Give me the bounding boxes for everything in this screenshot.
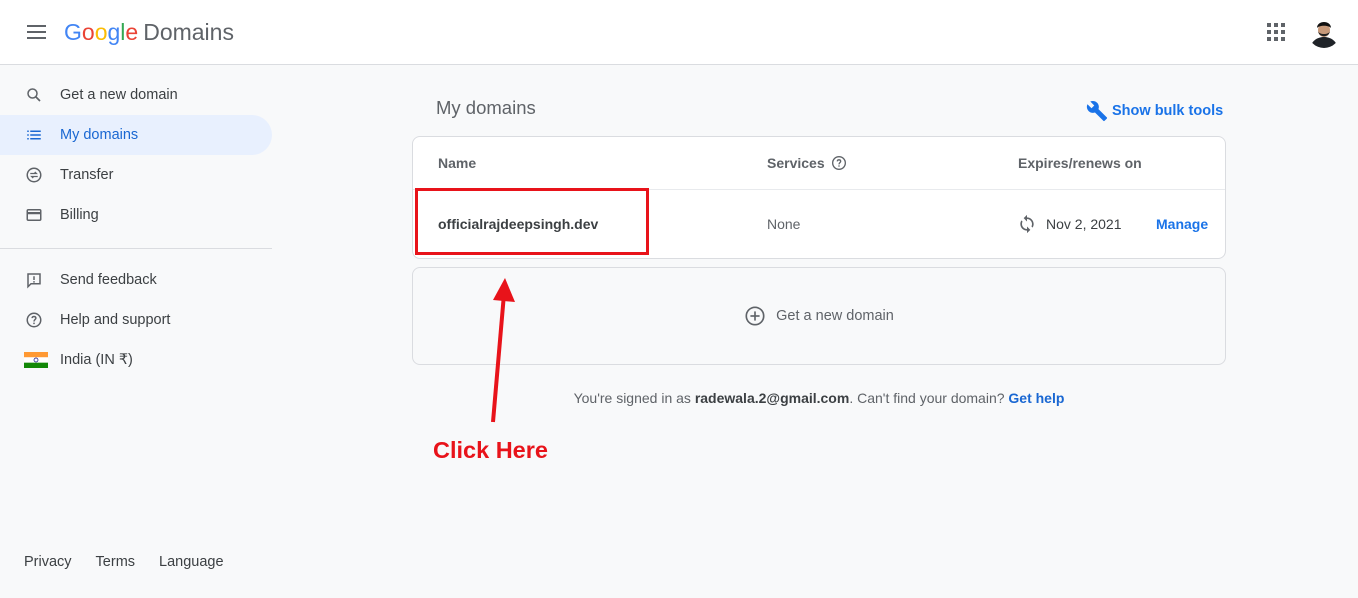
credit-card-icon (24, 205, 44, 225)
signed-in-prefix: You're signed in as (573, 390, 695, 406)
hamburger-menu-icon[interactable] (18, 14, 54, 50)
sidebar-footer-links: Privacy Terms Language (24, 554, 224, 570)
search-icon (24, 85, 44, 105)
sidebar-divider (0, 248, 272, 249)
annotation-click-here-label: Click Here (433, 437, 548, 463)
domain-name-link[interactable]: officialrajdeepsingh.dev (438, 216, 598, 232)
sidebar-item-get-new-domain[interactable]: Get a new domain (0, 75, 272, 115)
logo-product-name: Domains (143, 19, 234, 45)
sidebar-item-label: India (IN ₹) (60, 352, 133, 368)
manage-domain-button[interactable]: Manage (1156, 216, 1208, 232)
signed-in-middle: . Can't find your domain? (849, 390, 1009, 406)
domain-expiry-date: Nov 2, 2021 (1046, 216, 1122, 232)
sidebar-item-billing[interactable]: Billing (0, 195, 272, 235)
add-circle-icon (744, 305, 766, 327)
google-apps-grid-icon[interactable] (1262, 18, 1290, 46)
domains-table: Name Services Expires/renews on official… (412, 136, 1226, 259)
feedback-icon (24, 270, 44, 290)
annotation-arrow (491, 278, 515, 423)
column-header-name[interactable]: Name (438, 155, 476, 171)
get-new-domain-label: Get a new domain (776, 308, 894, 324)
signed-in-message: You're signed in as radewala.2@gmail.com… (412, 390, 1226, 406)
top-app-bar: Google Domains (0, 0, 1358, 65)
services-header-label: Services (767, 155, 825, 171)
page-title: My domains (436, 97, 536, 118)
sidebar-item-label: Transfer (60, 167, 114, 183)
sidebar-item-label: Help and support (60, 312, 171, 328)
sidebar-item-country-currency[interactable]: India (IN ₹) (0, 340, 272, 380)
bulk-tools-label: Show bulk tools (1112, 103, 1224, 119)
logo-google-word: Google (64, 19, 139, 45)
show-bulk-tools-button[interactable]: Show bulk tools (1086, 100, 1223, 122)
header-divider (413, 189, 1225, 190)
domain-services-value: None (767, 216, 801, 232)
sidebar-item-help-support[interactable]: Help and support (0, 300, 272, 340)
help-icon (24, 310, 44, 330)
terms-link[interactable]: Terms (96, 554, 135, 570)
sidebar-item-label: Billing (60, 207, 99, 223)
sidebar-item-label: Send feedback (60, 272, 157, 288)
signed-in-email: radewala.2@gmail.com (694, 390, 850, 406)
column-header-expires[interactable]: Expires/renews on (1018, 155, 1142, 171)
list-icon (24, 125, 44, 145)
privacy-link[interactable]: Privacy (24, 554, 72, 570)
account-avatar[interactable] (1308, 16, 1340, 48)
sidebar-item-my-domains[interactable]: My domains (0, 115, 272, 155)
sidebar-item-send-feedback[interactable]: Send feedback (0, 260, 272, 300)
wrench-icon (1086, 100, 1108, 122)
get-new-domain-card[interactable]: Get a new domain (412, 267, 1226, 365)
language-link[interactable]: Language (159, 554, 224, 570)
get-help-link[interactable]: Get help (1008, 390, 1064, 406)
sidebar-item-transfer[interactable]: Transfer (0, 155, 272, 195)
google-domains-logo[interactable]: Google Domains (64, 18, 234, 46)
column-header-services: Services (767, 155, 847, 171)
help-circle-icon[interactable] (831, 155, 847, 171)
transfer-icon (24, 165, 44, 185)
auto-renew-icon (1017, 214, 1037, 234)
sidebar-item-label: My domains (60, 127, 139, 143)
sidebar-item-label: Get a new domain (60, 87, 178, 103)
navigation-sidebar: Get a new domain My domains Transfer Bil… (0, 65, 272, 598)
india-flag-icon (24, 350, 48, 370)
